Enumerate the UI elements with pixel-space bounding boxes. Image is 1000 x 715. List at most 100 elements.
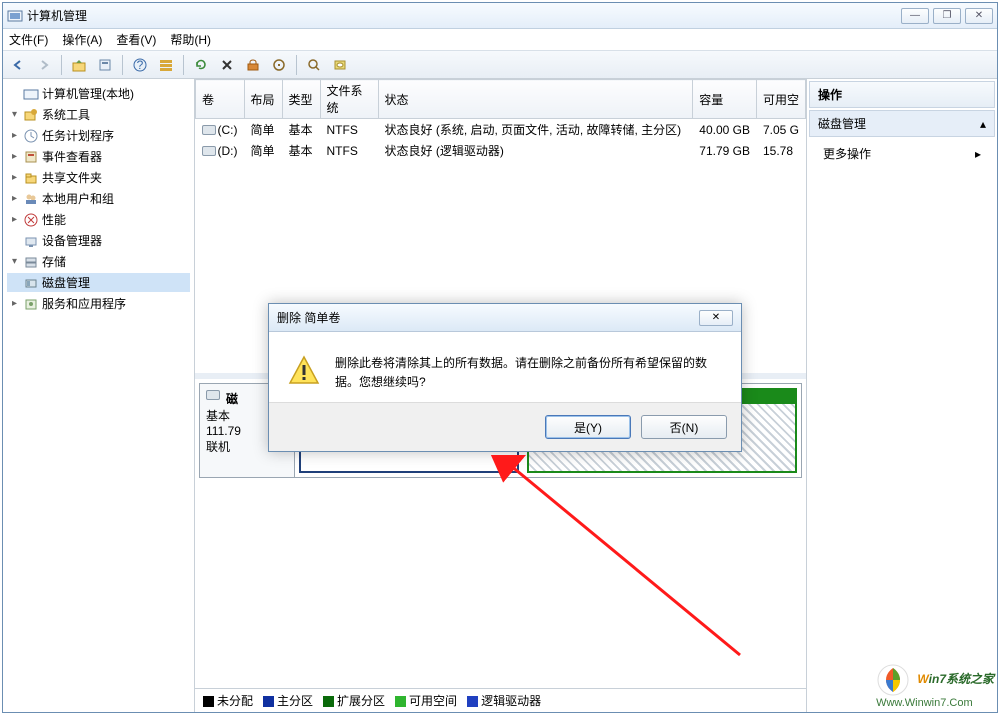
tree-performance[interactable]: ▸性能 <box>7 210 190 229</box>
collapse-icon: ▴ <box>980 117 986 131</box>
chevron-right-icon: ▸ <box>975 147 981 161</box>
help-icon[interactable]: ? <box>129 54 151 76</box>
cell: NTFS <box>320 119 378 141</box>
table-row[interactable]: (D:) 简单 基本 NTFS 状态良好 (逻辑驱动器) 71.79 GB 15… <box>196 140 806 161</box>
legend: 未分配 主分区 扩展分区 可用空间 逻辑驱动器 <box>195 688 806 712</box>
minimize-button[interactable]: — <box>901 8 929 24</box>
tree-device-manager[interactable]: 设备管理器 <box>7 231 190 250</box>
cell: NTFS <box>320 140 378 161</box>
tree-label: 设备管理器 <box>42 232 102 249</box>
window-title: 计算机管理 <box>27 7 901 24</box>
wm-rest: in7系统之家 <box>929 672 994 686</box>
actions-diskmgmt[interactable]: 磁盘管理 ▴ <box>809 110 995 137</box>
wm-url: Www.Winwin7.Com <box>876 697 994 709</box>
tree-local-users[interactable]: ▸本地用户和组 <box>7 189 190 208</box>
volume-icon <box>202 125 216 135</box>
confirm-dialog: 删除 简单卷 ✕ 删除此卷将清除其上的所有数据。请在删除之前备份所有希望保留的数… <box>268 303 742 452</box>
dialog-title: 删除 简单卷 <box>277 309 699 326</box>
cell: 40.00 GB <box>693 119 757 141</box>
legend-free: 可用空间 <box>409 694 457 708</box>
col-type[interactable]: 类型 <box>282 80 320 119</box>
tree-shared-folders[interactable]: ▸共享文件夹 <box>7 168 190 187</box>
col-status[interactable]: 状态 <box>378 80 693 119</box>
legend-primary: 主分区 <box>277 694 313 708</box>
cell: (D:) <box>218 144 238 158</box>
disk-icon[interactable] <box>329 54 351 76</box>
tree-label: 事件查看器 <box>42 148 102 165</box>
menu-help[interactable]: 帮助(H) <box>170 31 211 48</box>
back-button[interactable] <box>7 54 29 76</box>
tree-label: 共享文件夹 <box>42 169 102 186</box>
up-button[interactable] <box>68 54 90 76</box>
volume-icon <box>202 146 216 156</box>
tree-label: 任务计划程序 <box>42 127 114 144</box>
properties-button[interactable] <box>94 54 116 76</box>
actions-diskmgmt-label: 磁盘管理 <box>818 115 866 132</box>
tree-label: 性能 <box>42 211 66 228</box>
tree-label: 磁盘管理 <box>42 274 90 291</box>
disk-title: 磁 <box>226 390 238 407</box>
table-row[interactable]: (C:) 简单 基本 NTFS 状态良好 (系统, 启动, 页面文件, 活动, … <box>196 119 806 141</box>
legend-logical: 逻辑驱动器 <box>481 694 541 708</box>
cell: 简单 <box>244 140 282 161</box>
tree-label: 本地用户和组 <box>42 190 114 207</box>
col-fs[interactable]: 文件系统 <box>320 80 378 119</box>
titlebar: 计算机管理 — ❐ ✕ <box>3 3 997 29</box>
col-volume[interactable]: 卷 <box>196 80 245 119</box>
tree-label: 系统工具 <box>42 106 90 123</box>
tree-disk-management[interactable]: 磁盘管理 <box>7 273 190 292</box>
watermark: Win7系统之家 Www.Winwin7.Com <box>876 663 994 709</box>
cell: 15.78 <box>756 140 805 161</box>
actions-header: 操作 <box>809 81 995 108</box>
action-icon[interactable] <box>268 54 290 76</box>
no-button[interactable]: 否(N) <box>641 415 727 439</box>
menu-view[interactable]: 查看(V) <box>116 31 156 48</box>
tree-root[interactable]: 计算机管理(本地) <box>7 84 190 103</box>
dialog-close-button[interactable]: ✕ <box>699 310 733 326</box>
col-capacity[interactable]: 容量 <box>693 80 757 119</box>
watermark-icon <box>876 663 910 697</box>
cell: 7.05 G <box>756 119 805 141</box>
actions-more[interactable]: 更多操作 ▸ <box>807 141 997 166</box>
find-icon[interactable] <box>303 54 325 76</box>
close-button[interactable]: ✕ <box>965 8 993 24</box>
legend-ext: 扩展分区 <box>337 694 385 708</box>
wm-w: W <box>917 672 928 686</box>
menu-file[interactable]: 文件(F) <box>9 31 48 48</box>
yes-button[interactable]: 是(Y) <box>545 415 631 439</box>
menu-action[interactable]: 操作(A) <box>62 31 102 48</box>
cell: 简单 <box>244 119 282 141</box>
cell: 状态良好 (系统, 启动, 页面文件, 活动, 故障转储, 主分区) <box>378 119 693 141</box>
menubar: 文件(F) 操作(A) 查看(V) 帮助(H) <box>3 29 997 51</box>
cell: 71.79 GB <box>693 140 757 161</box>
app-icon <box>7 8 23 24</box>
tree-event-viewer[interactable]: ▸事件查看器 <box>7 147 190 166</box>
warning-icon <box>287 354 321 388</box>
view-list-icon[interactable] <box>155 54 177 76</box>
actions-more-label: 更多操作 <box>823 145 871 162</box>
tree-system-tools[interactable]: ▾系统工具 <box>7 105 190 124</box>
col-layout[interactable]: 布局 <box>244 80 282 119</box>
cell: 基本 <box>282 140 320 161</box>
tree-storage[interactable]: ▾存储 <box>7 252 190 271</box>
forward-button[interactable] <box>33 54 55 76</box>
tree-pane: 计算机管理(本地) ▾系统工具 ▸任务计划程序 ▸事件查看器 ▸共享文件夹 ▸本… <box>3 79 195 712</box>
dialog-titlebar: 删除 简单卷 ✕ <box>269 304 741 332</box>
tree-root-label: 计算机管理(本地) <box>42 85 134 102</box>
refresh-icon[interactable] <box>190 54 212 76</box>
delete-icon[interactable] <box>216 54 238 76</box>
cell: (C:) <box>218 123 238 137</box>
tree-label: 存储 <box>42 253 66 270</box>
cell: 状态良好 (逻辑驱动器) <box>378 140 693 161</box>
actions-pane: 操作 磁盘管理 ▴ 更多操作 ▸ <box>807 79 997 712</box>
dialog-message: 删除此卷将清除其上的所有数据。请在删除之前备份所有希望保留的数据。您想继续吗? <box>335 354 723 392</box>
tree-task-scheduler[interactable]: ▸任务计划程序 <box>7 126 190 145</box>
settings-icon[interactable] <box>242 54 264 76</box>
legend-unalloc: 未分配 <box>217 694 253 708</box>
tree-services[interactable]: ▸服务和应用程序 <box>7 294 190 313</box>
maximize-button[interactable]: ❐ <box>933 8 961 24</box>
toolbar: ? <box>3 51 997 79</box>
col-free[interactable]: 可用空 <box>756 80 805 119</box>
tree-label: 服务和应用程序 <box>42 295 126 312</box>
svg-text:?: ? <box>137 58 144 72</box>
